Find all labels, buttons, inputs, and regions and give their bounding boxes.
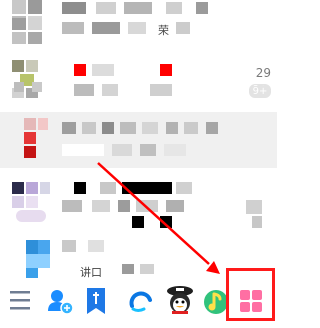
avatar xyxy=(12,182,50,222)
unread-badge: 9+ xyxy=(249,86,271,98)
conversation-row[interactable]: 9+ xyxy=(0,64,277,100)
conversation-row[interactable] xyxy=(0,112,277,168)
apps-grid-icon xyxy=(240,290,262,312)
conversation-row[interactable] xyxy=(0,176,277,234)
bottom-nav xyxy=(0,278,277,324)
contacts-button[interactable] xyxy=(40,278,80,324)
blue-bookmark-icon xyxy=(87,288,105,314)
browser-icon xyxy=(129,291,152,312)
apps-button[interactable] xyxy=(231,278,271,324)
bookmark-button[interactable] xyxy=(76,278,116,324)
avatar xyxy=(12,118,50,158)
pirate-penguin-icon xyxy=(167,286,193,314)
music-button[interactable] xyxy=(196,278,236,324)
contact-name xyxy=(62,22,84,34)
music-note-icon xyxy=(204,290,228,314)
menu-button[interactable] xyxy=(0,278,40,324)
browser-button[interactable] xyxy=(120,278,160,324)
game-button[interactable] xyxy=(160,278,200,324)
avatar xyxy=(12,18,50,56)
add-contact-icon xyxy=(48,290,74,315)
avatar xyxy=(12,240,50,278)
message-snippet: 讲口 xyxy=(80,266,102,278)
conversation-list: 荣 29 9+ 9+ xyxy=(0,0,277,278)
message-snippet: 荣 xyxy=(158,24,169,37)
hamburger-menu-icon xyxy=(10,291,30,310)
conversation-row[interactable]: 讲口 xyxy=(0,236,277,278)
